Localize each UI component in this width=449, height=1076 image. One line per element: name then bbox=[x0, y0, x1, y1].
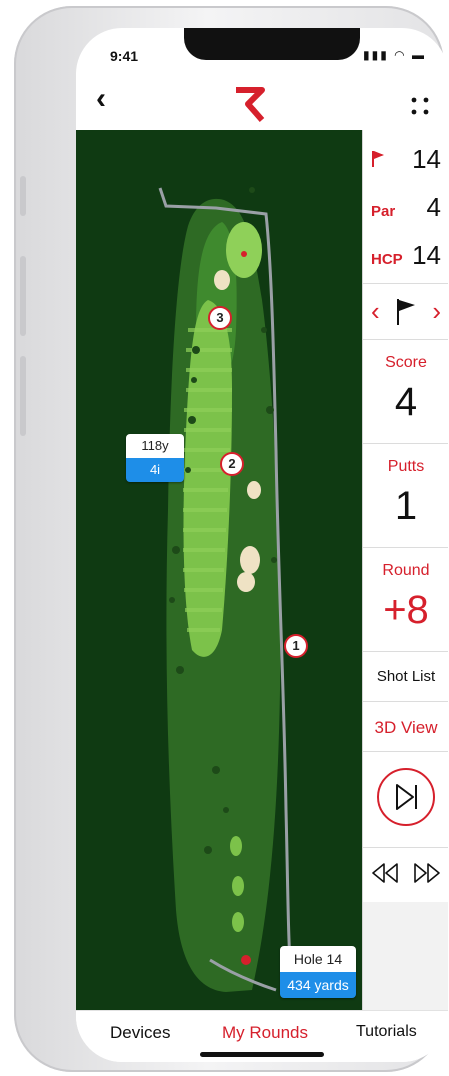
putts-label: Putts bbox=[387, 458, 425, 475]
round-cell: Round +8 bbox=[363, 548, 448, 652]
hole-info-cell: 14 Par 4 HCP 14 bbox=[363, 130, 448, 284]
score-cell[interactable]: Score 4 bbox=[363, 340, 448, 444]
hole-map[interactable]: 3 2 1 118y 4i Hole 14 434 yards bbox=[76, 130, 362, 1010]
wifi-icon: ◠ bbox=[394, 48, 407, 62]
battery-icon: ▬ bbox=[412, 48, 426, 62]
phone-frame: 9:41 ▮▮▮ ◠ ▬ ‹ 3 2 1 118y 4i Hole 14 434… bbox=[14, 6, 448, 1072]
score-label: Score bbox=[385, 354, 427, 371]
grid-menu-icon[interactable] bbox=[408, 94, 432, 118]
hole-flag-icon bbox=[372, 151, 384, 167]
tab-my-rounds[interactable]: My Rounds bbox=[222, 1023, 308, 1043]
volume-up-button bbox=[20, 256, 26, 336]
rewind-icon[interactable] bbox=[371, 862, 399, 884]
tab-devices[interactable]: Devices bbox=[110, 1023, 170, 1043]
bunker bbox=[240, 546, 260, 574]
distance-yards: 118y bbox=[126, 434, 184, 458]
hcp-label: HCP bbox=[371, 251, 403, 268]
3d-view-label: 3D View bbox=[374, 718, 438, 737]
mute-switch bbox=[20, 176, 26, 216]
stats-panel: 14 Par 4 HCP 14 ‹ › Score 4 Putts 1 Roun… bbox=[362, 130, 448, 1010]
distance-card[interactable]: 118y 4i bbox=[126, 434, 184, 482]
hole-number-label: Hole 14 bbox=[280, 946, 356, 972]
bunker bbox=[214, 270, 230, 290]
top-bar: ‹ bbox=[76, 80, 448, 128]
notch bbox=[184, 28, 360, 60]
status-icons: ▮▮▮ ◠ ▬ bbox=[363, 48, 426, 62]
round-value: +8 bbox=[383, 588, 429, 632]
putts-cell[interactable]: Putts 1 bbox=[363, 444, 448, 548]
next-hole-icon[interactable]: › bbox=[432, 296, 441, 327]
status-time: 9:41 bbox=[110, 48, 139, 64]
hole-length-label: 434 yards bbox=[280, 972, 356, 998]
par-label: Par bbox=[371, 203, 396, 220]
signal-icon: ▮▮▮ bbox=[363, 48, 389, 62]
3d-view-button[interactable]: 3D View bbox=[363, 702, 448, 752]
brand-logo-icon bbox=[236, 87, 265, 122]
distance-club: 4i bbox=[126, 458, 184, 482]
pin-icon bbox=[241, 251, 247, 257]
playback-cell bbox=[363, 752, 448, 848]
shot-list-button[interactable]: Shot List bbox=[363, 652, 448, 702]
hole-number: 14 bbox=[412, 144, 441, 174]
green bbox=[226, 222, 262, 278]
hole-nav-cell: ‹ › bbox=[363, 284, 448, 340]
shot-marker-3[interactable]: 3 bbox=[208, 306, 232, 330]
tee-box bbox=[232, 876, 244, 896]
hole-map-graphic bbox=[158, 187, 294, 992]
tab-tutorials[interactable]: Tutorials bbox=[356, 1023, 417, 1041]
volume-down-button bbox=[20, 356, 26, 436]
screen: 9:41 ▮▮▮ ◠ ▬ ‹ 3 2 1 118y 4i Hole 14 434… bbox=[76, 28, 448, 1062]
bunker bbox=[247, 481, 261, 499]
round-label: Round bbox=[382, 562, 430, 579]
tee-box bbox=[230, 836, 242, 856]
score-value: 4 bbox=[394, 380, 418, 424]
play-pause-icon[interactable] bbox=[375, 766, 437, 828]
tee-marker-icon bbox=[241, 955, 251, 965]
prev-hole-icon[interactable]: ‹ bbox=[371, 296, 380, 327]
shot-marker-2[interactable]: 2 bbox=[220, 452, 244, 476]
hole-info-card[interactable]: Hole 14 434 yards bbox=[280, 946, 356, 998]
hole-flag-nav-icon[interactable] bbox=[395, 298, 417, 326]
shot-marker-1[interactable]: 1 bbox=[284, 634, 308, 658]
tab-bar: Devices My Rounds Tutorials bbox=[76, 1010, 448, 1062]
seek-cell bbox=[363, 848, 448, 902]
par-value: 4 bbox=[426, 192, 441, 222]
bunker bbox=[237, 572, 255, 592]
home-indicator bbox=[200, 1052, 324, 1057]
back-button[interactable]: ‹ bbox=[96, 84, 106, 114]
tee-box bbox=[232, 912, 244, 932]
putts-value: 1 bbox=[394, 484, 418, 528]
fast-forward-icon[interactable] bbox=[413, 862, 441, 884]
hcp-value: 14 bbox=[412, 240, 441, 270]
shot-list-label: Shot List bbox=[376, 668, 436, 685]
